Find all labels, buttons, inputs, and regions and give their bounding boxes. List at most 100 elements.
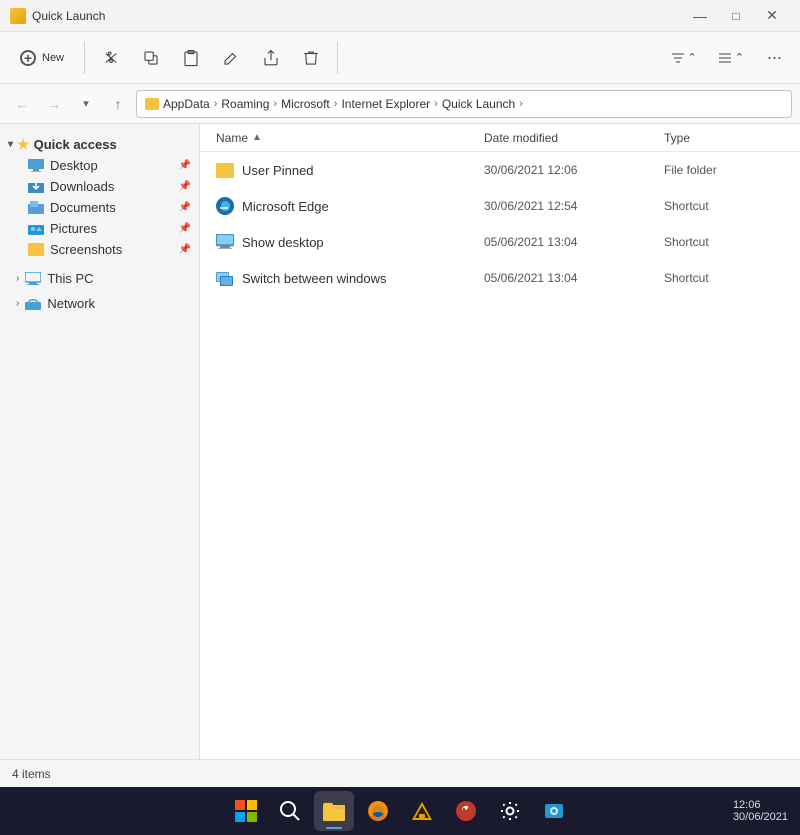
- pin-icon-documents: 📌: [179, 202, 191, 213]
- file-type: Shortcut: [664, 235, 784, 249]
- new-label: New: [42, 52, 64, 64]
- sidebar-label-documents: Documents: [50, 200, 116, 215]
- share-button[interactable]: [253, 40, 289, 76]
- back-button[interactable]: ←: [8, 90, 36, 118]
- windows-icon: [235, 800, 257, 822]
- new-button[interactable]: + New: [8, 36, 76, 80]
- plus-icon: +: [20, 50, 36, 66]
- star-icon: ★: [17, 136, 30, 153]
- screenshots-icon: [28, 243, 44, 256]
- item-count: 4 items: [12, 767, 51, 781]
- taskbar-vlc-button[interactable]: [402, 791, 442, 831]
- chevron-right-this-pc: ›: [16, 273, 19, 284]
- search-icon: [279, 800, 301, 822]
- main-layout: ▾ ★ Quick access Desktop 📌 Downloads 📌 D…: [0, 124, 800, 759]
- paste-button[interactable]: [173, 40, 209, 76]
- quick-access-label: Quick access: [34, 137, 117, 152]
- edge-icon: [216, 197, 234, 215]
- vlc-icon: [411, 800, 433, 822]
- rename-button[interactable]: [213, 40, 249, 76]
- sidebar-item-this-pc[interactable]: › This PC: [0, 268, 199, 289]
- cut-button[interactable]: [93, 40, 129, 76]
- file-date: 05/06/2021 13:04: [484, 235, 664, 249]
- address-bar[interactable]: AppData › Roaming › Microsoft › Internet…: [136, 90, 792, 118]
- maximize-button[interactable]: □: [718, 0, 754, 34]
- close-button[interactable]: ✕: [754, 0, 790, 34]
- table-row[interactable]: Switch between windows 05/06/2021 13:04 …: [200, 260, 800, 296]
- dropdown-button[interactable]: ▾: [72, 90, 100, 118]
- sidebar-item-documents[interactable]: Documents 📌: [0, 197, 199, 218]
- taskbar-file-explorer-button[interactable]: [314, 791, 354, 831]
- taskbar-app7-button[interactable]: [534, 791, 574, 831]
- pin-icon-desktop: 📌: [179, 160, 191, 171]
- app7-icon: [543, 800, 565, 822]
- file-name: Microsoft Edge: [242, 199, 329, 214]
- taskbar-windows-button[interactable]: [226, 791, 266, 831]
- desktop-icon: [28, 159, 44, 172]
- network-icon: [25, 298, 41, 310]
- copy-button[interactable]: [133, 40, 169, 76]
- file-explorer-icon: [323, 801, 345, 821]
- toolbar: + New ⌃ ⌃ ···: [0, 32, 800, 84]
- sidebar-item-network[interactable]: › Network: [0, 293, 199, 314]
- col-header-name[interactable]: Name ▲: [216, 131, 484, 145]
- sort-button[interactable]: ⌃: [662, 40, 705, 76]
- more-button[interactable]: ···: [756, 40, 792, 76]
- sidebar-label-downloads: Downloads: [50, 179, 114, 194]
- file-name: Show desktop: [242, 235, 324, 250]
- file-type: Shortcut: [664, 271, 784, 285]
- col-header-date[interactable]: Date modified: [484, 131, 664, 145]
- sort-label: ⌃: [688, 51, 697, 64]
- file-name-cell: Switch between windows: [216, 270, 484, 286]
- file-name: User Pinned: [242, 163, 314, 178]
- taskbar-clock: 12:0630/06/2021: [733, 799, 788, 823]
- breadcrumb-part-3: Microsoft: [281, 97, 330, 111]
- forward-button[interactable]: →: [40, 90, 68, 118]
- table-row[interactable]: Show desktop 05/06/2021 13:04 Shortcut: [200, 224, 800, 260]
- column-headers: Name ▲ Date modified Type: [200, 124, 800, 152]
- sidebar-item-desktop[interactable]: Desktop 📌: [0, 155, 199, 176]
- breadcrumb-part-4: Internet Explorer: [341, 97, 430, 111]
- file-name-cell: User Pinned: [216, 163, 484, 178]
- pictures-icon: [28, 222, 44, 235]
- file-name-cell: Microsoft Edge: [216, 197, 484, 215]
- pin-icon-pictures: 📌: [179, 223, 191, 234]
- view-button[interactable]: ⌃: [709, 40, 752, 76]
- file-date: 05/06/2021 13:04: [484, 271, 664, 285]
- nav-bar: ← → ▾ ↑ AppData › Roaming › Microsoft › …: [0, 84, 800, 124]
- taskbar-search-button[interactable]: [270, 791, 310, 831]
- quick-access-header[interactable]: ▾ ★ Quick access: [0, 132, 199, 155]
- sidebar-item-pictures[interactable]: Pictures 📌: [0, 218, 199, 239]
- breadcrumb-part-1: AppData: [163, 97, 210, 111]
- toolbar-divider-2: [337, 42, 338, 74]
- this-pc-icon: [25, 272, 41, 286]
- downloads-icon: [28, 180, 44, 193]
- taskbar-firefox-button[interactable]: [358, 791, 398, 831]
- file-name: Switch between windows: [242, 271, 387, 286]
- sep5: ›: [519, 98, 523, 110]
- sep3: ›: [334, 98, 338, 110]
- table-row[interactable]: Microsoft Edge 30/06/2021 12:54 Shortcut: [200, 188, 800, 224]
- content-area: Name ▲ Date modified Type User Pinned 30…: [200, 124, 800, 759]
- address-folder-icon: [145, 98, 159, 110]
- taskbar-settings-button[interactable]: [490, 791, 530, 831]
- delete-button[interactable]: [293, 40, 329, 76]
- documents-icon: [28, 201, 44, 214]
- pin-icon-screenshots: 📌: [179, 244, 191, 255]
- sidebar-item-screenshots[interactable]: Screenshots 📌: [0, 239, 199, 260]
- show-desktop-icon: [216, 234, 234, 250]
- file-date: 30/06/2021 12:06: [484, 163, 664, 177]
- sep4: ›: [434, 98, 438, 110]
- sidebar-item-downloads[interactable]: Downloads 📌: [0, 176, 199, 197]
- window-icon: [10, 8, 26, 24]
- minimize-button[interactable]: —: [682, 0, 718, 34]
- taskbar: 12:0630/06/2021: [0, 787, 800, 835]
- taskbar-right: 12:0630/06/2021: [733, 799, 788, 823]
- file-type: Shortcut: [664, 199, 784, 213]
- taskbar-app5-button[interactable]: [446, 791, 486, 831]
- this-pc-label: This PC: [47, 271, 93, 286]
- col-header-type[interactable]: Type: [664, 131, 784, 145]
- breadcrumb-part-5: Quick Launch: [442, 97, 515, 111]
- up-button[interactable]: ↑: [104, 90, 132, 118]
- table-row[interactable]: User Pinned 30/06/2021 12:06 File folder: [200, 152, 800, 188]
